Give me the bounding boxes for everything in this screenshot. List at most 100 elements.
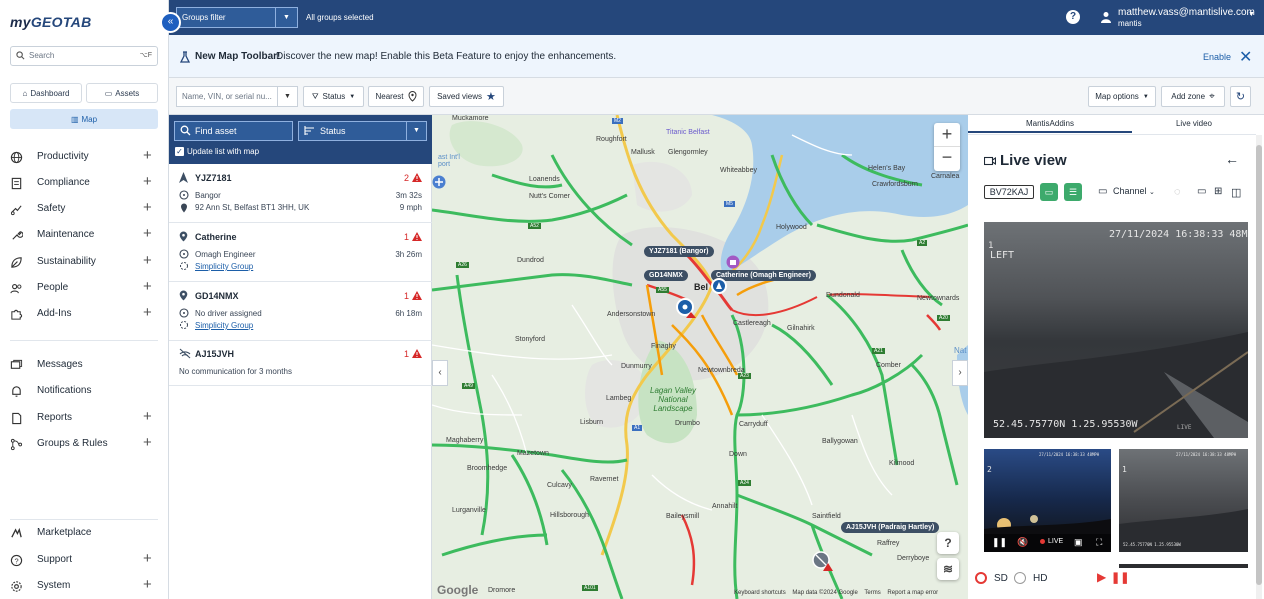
close-icon[interactable]: ✕ <box>1239 47 1252 67</box>
expand-icon[interactable]: + <box>143 278 152 295</box>
list-item[interactable]: Catherine 1 Omagh Engineer 3h 26m Simpli… <box>169 223 432 282</box>
user-icon[interactable] <box>1100 11 1112 23</box>
group-link[interactable]: Simplicity Group <box>195 321 253 330</box>
help-icon[interactable]: ? <box>1066 10 1080 24</box>
expand-icon[interactable]: + <box>143 434 152 451</box>
zoom-in-button[interactable]: + <box>934 123 960 147</box>
chevron-down-icon: ▼ <box>1142 93 1149 100</box>
sd-radio[interactable] <box>975 572 987 584</box>
nav-system[interactable]: System + <box>0 575 168 597</box>
groups-filter-select[interactable]: Groups filter ▼ <box>176 7 298 28</box>
no-signal-marker-icon[interactable] <box>812 551 834 571</box>
geotab-logo[interactable]: myGEOTAB <box>10 14 92 30</box>
saved-views-button[interactable]: Saved views ★ <box>429 86 504 107</box>
chevron-down-icon[interactable]: ▼ <box>406 122 426 140</box>
chevron-down-icon[interactable]: ▼ <box>275 8 297 27</box>
report-error-link[interactable]: Report a map error <box>887 590 938 596</box>
hd-radio[interactable] <box>1014 572 1026 584</box>
add-zone-button[interactable]: Add zone ⌖ <box>1161 86 1225 107</box>
status-filter-button[interactable]: ⛛ Status ▼ <box>303 86 364 107</box>
vehicle-marker-icon[interactable] <box>676 298 696 318</box>
map-options-button[interactable]: Map options ▼ <box>1088 86 1156 107</box>
nearest-button[interactable]: Nearest <box>368 86 424 107</box>
grid-icon[interactable]: ⊞ <box>1214 186 1225 197</box>
map-canvas[interactable]: Muckamore Roughfort Mallusk Glengormley … <box>432 115 968 599</box>
map-button[interactable]: ▥ Map <box>10 109 158 129</box>
google-logo: Google <box>437 583 479 597</box>
layers-icon[interactable]: ≋ <box>937 558 959 580</box>
map-marker-label[interactable]: AJ15JVH (Padraig Hartley) <box>841 522 940 533</box>
status-select[interactable]: Status ▼ <box>298 121 427 141</box>
list-item[interactable]: YJZ7181 2 Bangor 3m 32s 92 Ann St, Belfa… <box>169 164 432 223</box>
dashboard-button[interactable]: ⌂ Dashboard <box>10 83 82 103</box>
nav-marketplace[interactable]: Marketplace <box>0 522 168 544</box>
video-thumbnail[interactable]: 1 27/11/2024 16:38:33 48MPH 52.45.75770N… <box>1119 449 1248 552</box>
expand-icon[interactable]: + <box>143 199 152 216</box>
monitor-icon[interactable]: ▭ <box>1197 186 1208 197</box>
tab-mantisaddins[interactable]: MantisAddins <box>968 115 1132 133</box>
panel-scrollbar[interactable] <box>1256 135 1262 599</box>
map-marker-label[interactable]: YJZ7181 (Bangor) <box>644 246 714 257</box>
nav-sustainability[interactable]: Sustainability + <box>0 251 168 273</box>
pause-icon[interactable]: ❚❚ <box>992 537 1007 548</box>
group-link[interactable]: Simplicity Group <box>195 262 253 271</box>
pause-icon[interactable]: ❚❚ <box>1111 571 1129 584</box>
nav-people[interactable]: People + <box>0 277 168 299</box>
nav-compliance[interactable]: Compliance + <box>0 172 168 194</box>
pin-marker-icon[interactable] <box>711 278 729 296</box>
collapse-list-button[interactable]: ‹ <box>432 360 448 386</box>
back-arrow-icon[interactable]: ← <box>1225 151 1239 167</box>
pip-icon[interactable]: ▣ <box>1074 537 1083 548</box>
expand-icon[interactable]: + <box>143 252 152 269</box>
refresh-button[interactable]: ↻ <box>1230 86 1251 107</box>
collapse-sidebar-button[interactable]: « <box>160 12 181 33</box>
fullscreen-icon[interactable]: ⛶ <box>1096 537 1102 548</box>
nav-productivity[interactable]: Productivity + <box>0 146 168 168</box>
expand-panel-button[interactable]: › <box>952 360 968 386</box>
enable-link[interactable]: Enable <box>1203 52 1231 62</box>
find-asset-input[interactable]: Find asset <box>174 121 293 141</box>
mute-icon[interactable]: 🔇 <box>1017 537 1028 548</box>
zoom-out-button[interactable]: − <box>934 147 960 171</box>
update-list-checkbox[interactable]: ✓ <box>175 147 184 156</box>
chevron-down-icon[interactable]: ▼ <box>277 87 297 106</box>
terms-link[interactable]: Terms <box>864 590 880 596</box>
nav-maintenance[interactable]: Maintenance + <box>0 224 168 246</box>
video-mode-button[interactable]: ▭ <box>1040 183 1058 201</box>
expand-icon[interactable]: + <box>143 147 152 164</box>
chevron-down-icon[interactable]: ▼ <box>1248 11 1255 18</box>
nav-notifications[interactable]: Notifications <box>0 380 168 402</box>
scrollbar-thumb[interactable] <box>1256 145 1262 585</box>
nav-label: Notifications <box>37 385 92 396</box>
asset-name: GD14NMX <box>195 291 239 301</box>
channel-select[interactable]: Channel ⌄ <box>1113 186 1155 196</box>
video-thumbnail[interactable]: 2 27/11/2024 16:38:33 48MPH ❚❚ 🔇 LIVE ▣ … <box>984 449 1111 552</box>
nav-support[interactable]: ? Support + <box>0 549 168 571</box>
expand-icon[interactable]: + <box>143 550 152 567</box>
nav-reports[interactable]: Reports + <box>0 407 168 429</box>
keyboard-shortcuts-link[interactable]: Keyboard shortcuts <box>734 590 786 596</box>
list-item[interactable]: AJ15JVH 1 No communication for 3 months <box>169 341 432 386</box>
nav-safety[interactable]: Safety + <box>0 198 168 220</box>
nav-groups-rules[interactable]: Groups & Rules + <box>0 433 168 455</box>
asset-search-input[interactable]: Name, VIN, or serial nu... ▼ <box>176 86 298 107</box>
split-view-icon[interactable]: ◫ <box>1231 186 1242 199</box>
nav-messages[interactable]: Messages <box>0 354 168 376</box>
expand-icon[interactable]: + <box>143 225 152 242</box>
list-mode-button[interactable]: ☰ <box>1064 183 1082 201</box>
expand-icon[interactable]: + <box>143 408 152 425</box>
expand-icon[interactable]: + <box>143 304 152 321</box>
list-item[interactable]: GD14NMX 1 No driver assigned 6h 18m Simp… <box>169 282 432 341</box>
tab-live-video[interactable]: Live video <box>1132 115 1256 133</box>
help-icon[interactable]: ? <box>937 532 959 554</box>
sidebar-search-input[interactable]: Search ⌥F <box>10 46 158 66</box>
play-icon[interactable]: ▶ <box>1097 570 1106 584</box>
zoom-controls: + − <box>934 123 960 171</box>
nav-add-ins[interactable]: Add-Ins + <box>0 303 168 325</box>
expand-icon[interactable]: + <box>143 173 152 190</box>
user-email[interactable]: matthew.vass@mantislive.com <box>1118 7 1255 18</box>
assets-button[interactable]: ▭ Assets <box>86 83 158 103</box>
map-marker-label[interactable]: GD14NMX <box>644 270 688 281</box>
main-video-feed[interactable]: 27/11/2024 16:38:33 48MPH 1 LEFT 52.45.7… <box>984 222 1248 438</box>
expand-icon[interactable]: + <box>143 576 152 593</box>
